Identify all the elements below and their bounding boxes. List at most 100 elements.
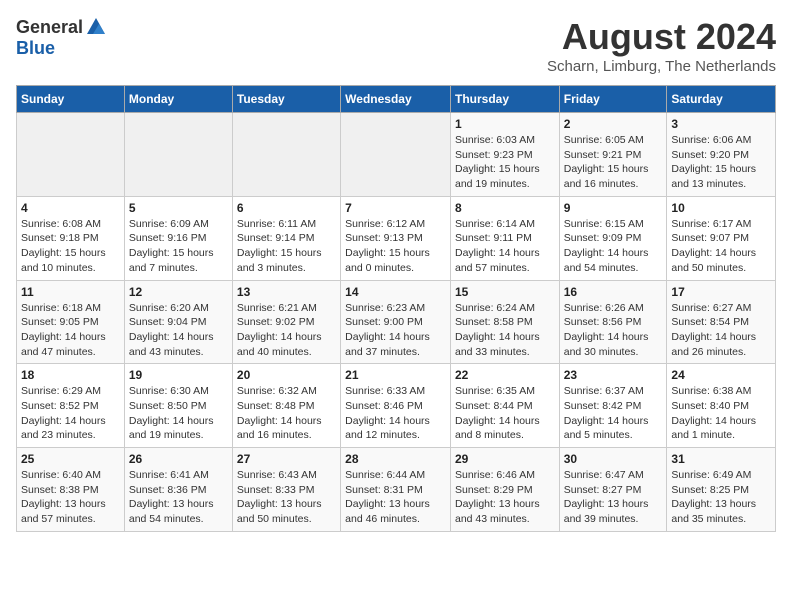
day-info: Sunrise: 6:40 AM Sunset: 8:38 PM Dayligh… [21,468,120,527]
day-info: Sunrise: 6:14 AM Sunset: 9:11 PM Dayligh… [455,217,555,276]
day-number: 13 [237,285,336,299]
day-number: 9 [564,201,663,215]
day-number: 1 [455,117,555,131]
day-number: 14 [345,285,446,299]
day-info: Sunrise: 6:35 AM Sunset: 8:44 PM Dayligh… [455,384,555,443]
calendar-cell: 13 Sunrise: 6:21 AM Sunset: 9:02 PM Dayli… [232,280,340,364]
calendar-cell: 11 Sunrise: 6:18 AM Sunset: 9:05 PM Dayli… [17,280,125,364]
calendar-table: SundayMondayTuesdayWednesdayThursdayFrid… [16,85,776,532]
calendar-cell: 7 Sunrise: 6:12 AM Sunset: 9:13 PM Daylig… [341,196,451,280]
calendar-cell: 4 Sunrise: 6:08 AM Sunset: 9:18 PM Daylig… [17,196,125,280]
calendar-cell [17,113,125,197]
weekday-header-saturday: Saturday [667,86,776,113]
day-number: 10 [671,201,771,215]
calendar-cell: 1 Sunrise: 6:03 AM Sunset: 9:23 PM Daylig… [450,113,559,197]
calendar-week-3: 11 Sunrise: 6:18 AM Sunset: 9:05 PM Dayli… [17,280,776,364]
calendar-cell: 31 Sunrise: 6:49 AM Sunset: 8:25 PM Dayli… [667,448,776,532]
weekday-header-monday: Monday [124,86,232,113]
day-number: 29 [455,452,555,466]
day-info: Sunrise: 6:08 AM Sunset: 9:18 PM Dayligh… [21,217,120,276]
calendar-cell: 29Sunrise: 6:46 AM Sunset: 8:29 PM Dayli… [450,448,559,532]
day-number: 26 [129,452,228,466]
day-info: Sunrise: 6:21 AM Sunset: 9:02 PM Dayligh… [237,301,336,360]
day-number: 24 [671,368,771,382]
day-info: Sunrise: 6:24 AM Sunset: 8:58 PM Dayligh… [455,301,555,360]
day-number: 21 [345,368,446,382]
day-number: 18 [21,368,120,382]
day-info: Sunrise: 6:18 AM Sunset: 9:05 PM Dayligh… [21,301,120,360]
day-number: 12 [129,285,228,299]
day-info: Sunrise: 6:29 AM Sunset: 8:52 PM Dayligh… [21,384,120,443]
calendar-cell: 30Sunrise: 6:47 AM Sunset: 8:27 PM Dayli… [559,448,667,532]
weekday-header-wednesday: Wednesday [341,86,451,113]
day-number: 7 [345,201,446,215]
calendar-week-1: 1 Sunrise: 6:03 AM Sunset: 9:23 PM Daylig… [17,113,776,197]
calendar-cell: 23 Sunrise: 6:37 AM Sunset: 8:42 PM Dayli… [559,364,667,448]
calendar-cell [341,113,451,197]
day-number: 30 [564,452,663,466]
day-info: Sunrise: 6:17 AM Sunset: 9:07 PM Dayligh… [671,217,771,276]
day-info: Sunrise: 6:38 AM Sunset: 8:40 PM Dayligh… [671,384,771,443]
day-number: 4 [21,201,120,215]
location: Scharn, Limburg, The Netherlands [547,58,776,75]
day-number: 5 [129,201,228,215]
calendar-cell: 10 Sunrise: 6:17 AM Sunset: 9:07 PM Dayli… [667,196,776,280]
calendar-cell [124,113,232,197]
day-info: Sunrise: 6:43 AM Sunset: 8:33 PM Dayligh… [237,468,336,527]
weekday-header-tuesday: Tuesday [232,86,340,113]
weekday-header-friday: Friday [559,86,667,113]
day-number: 27 [237,452,336,466]
page-header: General Blue August 2024 Scharn, Limburg… [16,16,776,75]
calendar-week-4: 18 Sunrise: 6:29 AM Sunset: 8:52 PM Dayli… [17,364,776,448]
day-info: Sunrise: 6:20 AM Sunset: 9:04 PM Dayligh… [129,301,228,360]
day-info: Sunrise: 6:32 AM Sunset: 8:48 PM Dayligh… [237,384,336,443]
day-number: 11 [21,285,120,299]
calendar-cell: 12 Sunrise: 6:20 AM Sunset: 9:04 PM Dayli… [124,280,232,364]
day-info: Sunrise: 6:12 AM Sunset: 9:13 PM Dayligh… [345,217,446,276]
day-number: 15 [455,285,555,299]
weekday-header-thursday: Thursday [450,86,559,113]
weekday-header-sunday: Sunday [17,86,125,113]
logo-icon [85,16,107,38]
day-number: 6 [237,201,336,215]
calendar-cell: 2 Sunrise: 6:05 AM Sunset: 9:21 PM Daylig… [559,113,667,197]
day-number: 3 [671,117,771,131]
calendar-cell: 24 Sunrise: 6:38 AM Sunset: 8:40 PM Dayli… [667,364,776,448]
calendar-cell: 21 Sunrise: 6:33 AM Sunset: 8:46 PM Dayli… [341,364,451,448]
calendar-cell: 17Sunrise: 6:27 AM Sunset: 8:54 PM Dayli… [667,280,776,364]
calendar-week-2: 4 Sunrise: 6:08 AM Sunset: 9:18 PM Daylig… [17,196,776,280]
title-area: August 2024 Scharn, Limburg, The Netherl… [547,16,776,75]
calendar-cell: 15 Sunrise: 6:24 AM Sunset: 8:58 PM Dayli… [450,280,559,364]
day-info: Sunrise: 6:11 AM Sunset: 9:14 PM Dayligh… [237,217,336,276]
day-number: 28 [345,452,446,466]
day-number: 16 [564,285,663,299]
calendar-cell: 5Sunrise: 6:09 AM Sunset: 9:16 PM Daylig… [124,196,232,280]
day-info: Sunrise: 6:23 AM Sunset: 9:00 PM Dayligh… [345,301,446,360]
day-info: Sunrise: 6:03 AM Sunset: 9:23 PM Dayligh… [455,133,555,192]
calendar-cell: 25Sunrise: 6:40 AM Sunset: 8:38 PM Dayli… [17,448,125,532]
calendar-week-5: 25Sunrise: 6:40 AM Sunset: 8:38 PM Dayli… [17,448,776,532]
day-number: 23 [564,368,663,382]
calendar-cell: 9 Sunrise: 6:15 AM Sunset: 9:09 PM Daylig… [559,196,667,280]
calendar-cell: 22 Sunrise: 6:35 AM Sunset: 8:44 PM Dayli… [450,364,559,448]
day-number: 22 [455,368,555,382]
calendar-cell: 19Sunrise: 6:30 AM Sunset: 8:50 PM Dayli… [124,364,232,448]
day-info: Sunrise: 6:49 AM Sunset: 8:25 PM Dayligh… [671,468,771,527]
calendar-cell: 18 Sunrise: 6:29 AM Sunset: 8:52 PM Dayli… [17,364,125,448]
day-number: 20 [237,368,336,382]
day-info: Sunrise: 6:06 AM Sunset: 9:20 PM Dayligh… [671,133,771,192]
day-number: 31 [671,452,771,466]
calendar-cell: 28Sunrise: 6:44 AM Sunset: 8:31 PM Dayli… [341,448,451,532]
day-number: 2 [564,117,663,131]
day-info: Sunrise: 6:05 AM Sunset: 9:21 PM Dayligh… [564,133,663,192]
logo-blue-text: Blue [16,38,55,59]
calendar-cell [232,113,340,197]
calendar-cell: 26Sunrise: 6:41 AM Sunset: 8:36 PM Dayli… [124,448,232,532]
calendar-cell: 14 Sunrise: 6:23 AM Sunset: 9:00 PM Dayli… [341,280,451,364]
day-info: Sunrise: 6:37 AM Sunset: 8:42 PM Dayligh… [564,384,663,443]
day-info: Sunrise: 6:33 AM Sunset: 8:46 PM Dayligh… [345,384,446,443]
day-info: Sunrise: 6:15 AM Sunset: 9:09 PM Dayligh… [564,217,663,276]
day-info: Sunrise: 6:27 AM Sunset: 8:54 PM Dayligh… [671,301,771,360]
calendar-cell: 3 Sunrise: 6:06 AM Sunset: 9:20 PM Daylig… [667,113,776,197]
calendar-cell: 6 Sunrise: 6:11 AM Sunset: 9:14 PM Daylig… [232,196,340,280]
